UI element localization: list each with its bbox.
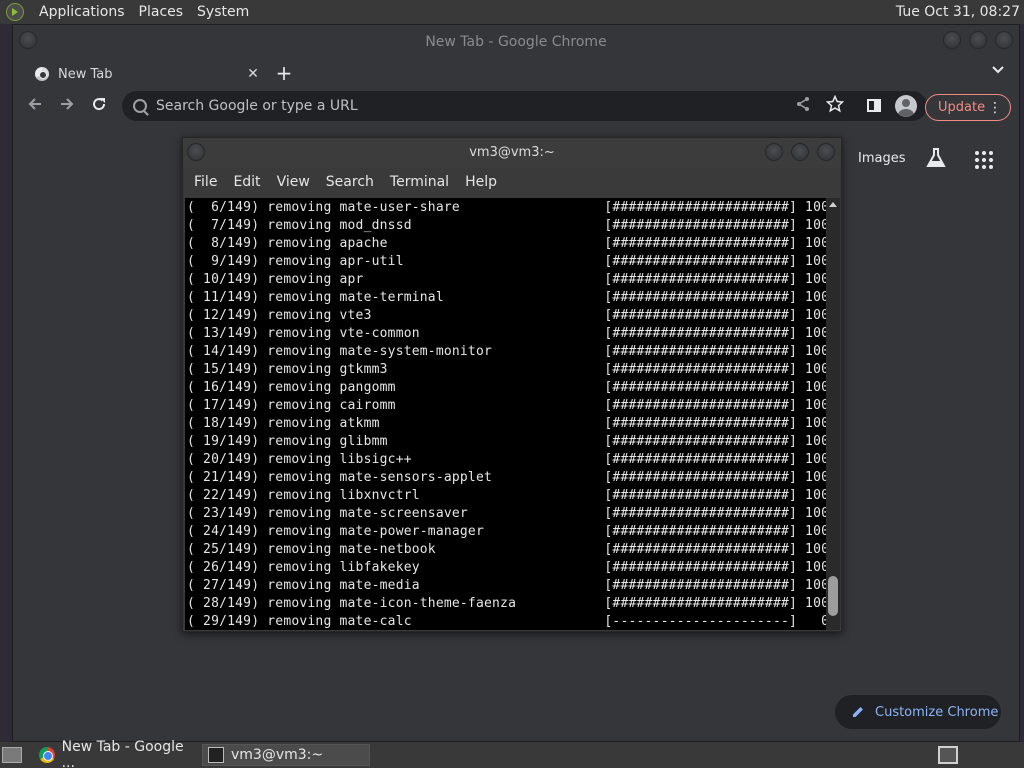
workspace-switcher[interactable] xyxy=(938,746,958,764)
scrollbar-thumb[interactable] xyxy=(828,576,838,616)
terminal-minimize-button[interactable] xyxy=(765,143,783,161)
chrome-window-title: New Tab - Google Chrome xyxy=(425,34,607,50)
toolbar: Update ⋮ xyxy=(13,89,1019,125)
top-panel: Applications Places System Tue Oct 31, 0… xyxy=(0,0,1024,24)
terminal-title: vm3@vm3:~ xyxy=(469,145,555,160)
terminal-menu-search[interactable]: Search xyxy=(318,174,382,190)
terminal-line: ( 16/149) removing pangomm [############… xyxy=(187,380,826,395)
search-icon xyxy=(133,99,147,113)
tab-strip: New Tab ✕ + xyxy=(13,57,1019,89)
window-menu-button[interactable] xyxy=(19,31,37,49)
terminal-line: ( 6/149) removing mate-user-share [#####… xyxy=(187,200,826,215)
system-menu[interactable]: System xyxy=(190,0,256,24)
tab-close-icon[interactable]: ✕ xyxy=(243,66,263,82)
pencil-icon xyxy=(851,705,865,719)
terminal-line: ( 8/149) removing apache [##############… xyxy=(187,236,826,251)
taskbar-item-chrome[interactable]: New Tab - Google ... xyxy=(34,739,198,768)
share-icon[interactable] xyxy=(791,95,815,119)
terminal-menu-edit[interactable]: Edit xyxy=(225,174,268,190)
google-apps-grid-icon[interactable] xyxy=(975,151,993,169)
terminal-line: ( 24/149) removing mate-power-manager [#… xyxy=(187,524,826,539)
terminal-line: ( 27/149) removing mate-media [#########… xyxy=(187,578,826,593)
taskbar-item-label: vm3@vm3:~ xyxy=(231,747,324,763)
clock[interactable]: Tue Oct 31, 08:27 xyxy=(888,0,1020,24)
terminal-output[interactable]: ( 6/149) removing mate-user-share [#####… xyxy=(185,198,826,630)
terminal-line: ( 15/149) removing gtkmm3 [#############… xyxy=(187,362,826,377)
terminal-line: ( 21/149) removing mate-sensors-applet [… xyxy=(187,470,826,485)
terminal-line: ( 11/149) removing mate-terminal [######… xyxy=(187,290,826,305)
terminal-line: ( 19/149) removing glibmm [#############… xyxy=(187,434,826,449)
reload-icon[interactable] xyxy=(87,95,111,119)
omnibox-input[interactable] xyxy=(156,98,756,114)
terminal-line: ( 10/149) removing apr [################… xyxy=(187,272,826,287)
tab-new-tab[interactable]: New Tab ✕ xyxy=(25,59,263,89)
customize-chrome-label: Customize Chrome xyxy=(875,704,999,720)
close-button[interactable] xyxy=(995,31,1013,49)
terminal-window-menu-button[interactable] xyxy=(187,143,205,161)
new-tab-button[interactable]: + xyxy=(272,61,296,85)
tab-search-chevron-icon[interactable] xyxy=(991,63,1005,79)
scroll-up-arrow-icon[interactable] xyxy=(829,202,837,207)
chrome-icon xyxy=(39,747,55,763)
images-link[interactable]: Images xyxy=(858,151,906,166)
profile-avatar-icon[interactable] xyxy=(895,95,917,117)
taskbar-item-label: New Tab - Google ... xyxy=(61,739,184,768)
terminal-maximize-button[interactable] xyxy=(791,143,809,161)
terminal-menu-file[interactable]: File xyxy=(186,174,225,190)
places-menu[interactable]: Places xyxy=(132,0,191,24)
maximize-button[interactable] xyxy=(969,31,987,49)
terminal-close-button[interactable] xyxy=(817,143,835,161)
terminal-line: ( 26/149) removing libfakekey [#########… xyxy=(187,560,826,575)
labs-flask-icon[interactable] xyxy=(925,147,947,169)
terminal-line: ( 18/149) removing atkmm [##############… xyxy=(187,416,826,431)
terminal-line: ( 17/149) removing cairomm [############… xyxy=(187,398,826,413)
terminal-line: ( 14/149) removing mate-system-monitor [… xyxy=(187,344,826,359)
terminal-scrollbar[interactable] xyxy=(826,198,840,630)
update-label: Update xyxy=(938,100,986,115)
terminal-line: ( 13/149) removing vte-common [#########… xyxy=(187,326,826,341)
terminal-titlebar[interactable]: vm3@vm3:~ xyxy=(183,138,841,168)
chrome-titlebar[interactable]: New Tab - Google Chrome xyxy=(13,25,1019,57)
terminal-line: ( 22/149) removing libxnvctrl [#########… xyxy=(187,488,826,503)
terminal-menu-view[interactable]: View xyxy=(269,174,318,190)
terminal-line: ( 25/149) removing mate-netbook [#######… xyxy=(187,542,826,557)
terminal-line: ( 12/149) removing vte3 [###############… xyxy=(187,308,826,323)
terminal-line: ( 23/149) removing mate-screensaver [###… xyxy=(187,506,826,521)
terminal-icon xyxy=(208,747,224,763)
terminal-line: ( 29/149) removing mate-calc [----------… xyxy=(187,614,826,629)
terminal-line: ( 28/149) removing mate-icon-theme-faenz… xyxy=(187,596,826,611)
bottom-panel: New Tab - Google ... vm3@vm3:~ xyxy=(0,739,1024,768)
more-menu-icon[interactable]: ⋮ xyxy=(988,100,1002,116)
customize-chrome-button[interactable]: Customize Chrome xyxy=(835,695,1001,729)
desktop: Applications Places System Tue Oct 31, 0… xyxy=(0,0,1024,768)
forward-arrow-icon[interactable] xyxy=(55,95,79,119)
show-desktop-icon[interactable] xyxy=(2,747,22,763)
terminal-window: vm3@vm3:~ File Edit View Search Terminal… xyxy=(182,137,842,632)
chrome-favicon-icon xyxy=(35,67,49,81)
terminal-menubar: File Edit View Search Terminal Help xyxy=(183,168,841,196)
terminal-menu-help[interactable]: Help xyxy=(457,174,505,190)
side-panel-icon[interactable] xyxy=(867,99,881,112)
back-arrow-icon[interactable] xyxy=(23,95,47,119)
taskbar-item-terminal[interactable]: vm3@vm3:~ xyxy=(202,744,370,766)
terminal-line: ( 9/149) removing apr-util [############… xyxy=(187,254,826,269)
minimize-button[interactable] xyxy=(943,31,961,49)
terminal-line: ( 20/149) removing libsigc++ [##########… xyxy=(187,452,826,467)
update-button[interactable]: Update ⋮ xyxy=(925,94,1011,121)
mate-menu-icon[interactable] xyxy=(6,3,24,21)
bookmark-star-icon[interactable] xyxy=(823,94,847,119)
terminal-menu-terminal[interactable]: Terminal xyxy=(382,174,457,190)
applications-menu[interactable]: Applications xyxy=(32,0,132,24)
terminal-line: ( 7/149) removing mod_dnssd [###########… xyxy=(187,218,826,233)
tab-title: New Tab xyxy=(58,66,113,82)
